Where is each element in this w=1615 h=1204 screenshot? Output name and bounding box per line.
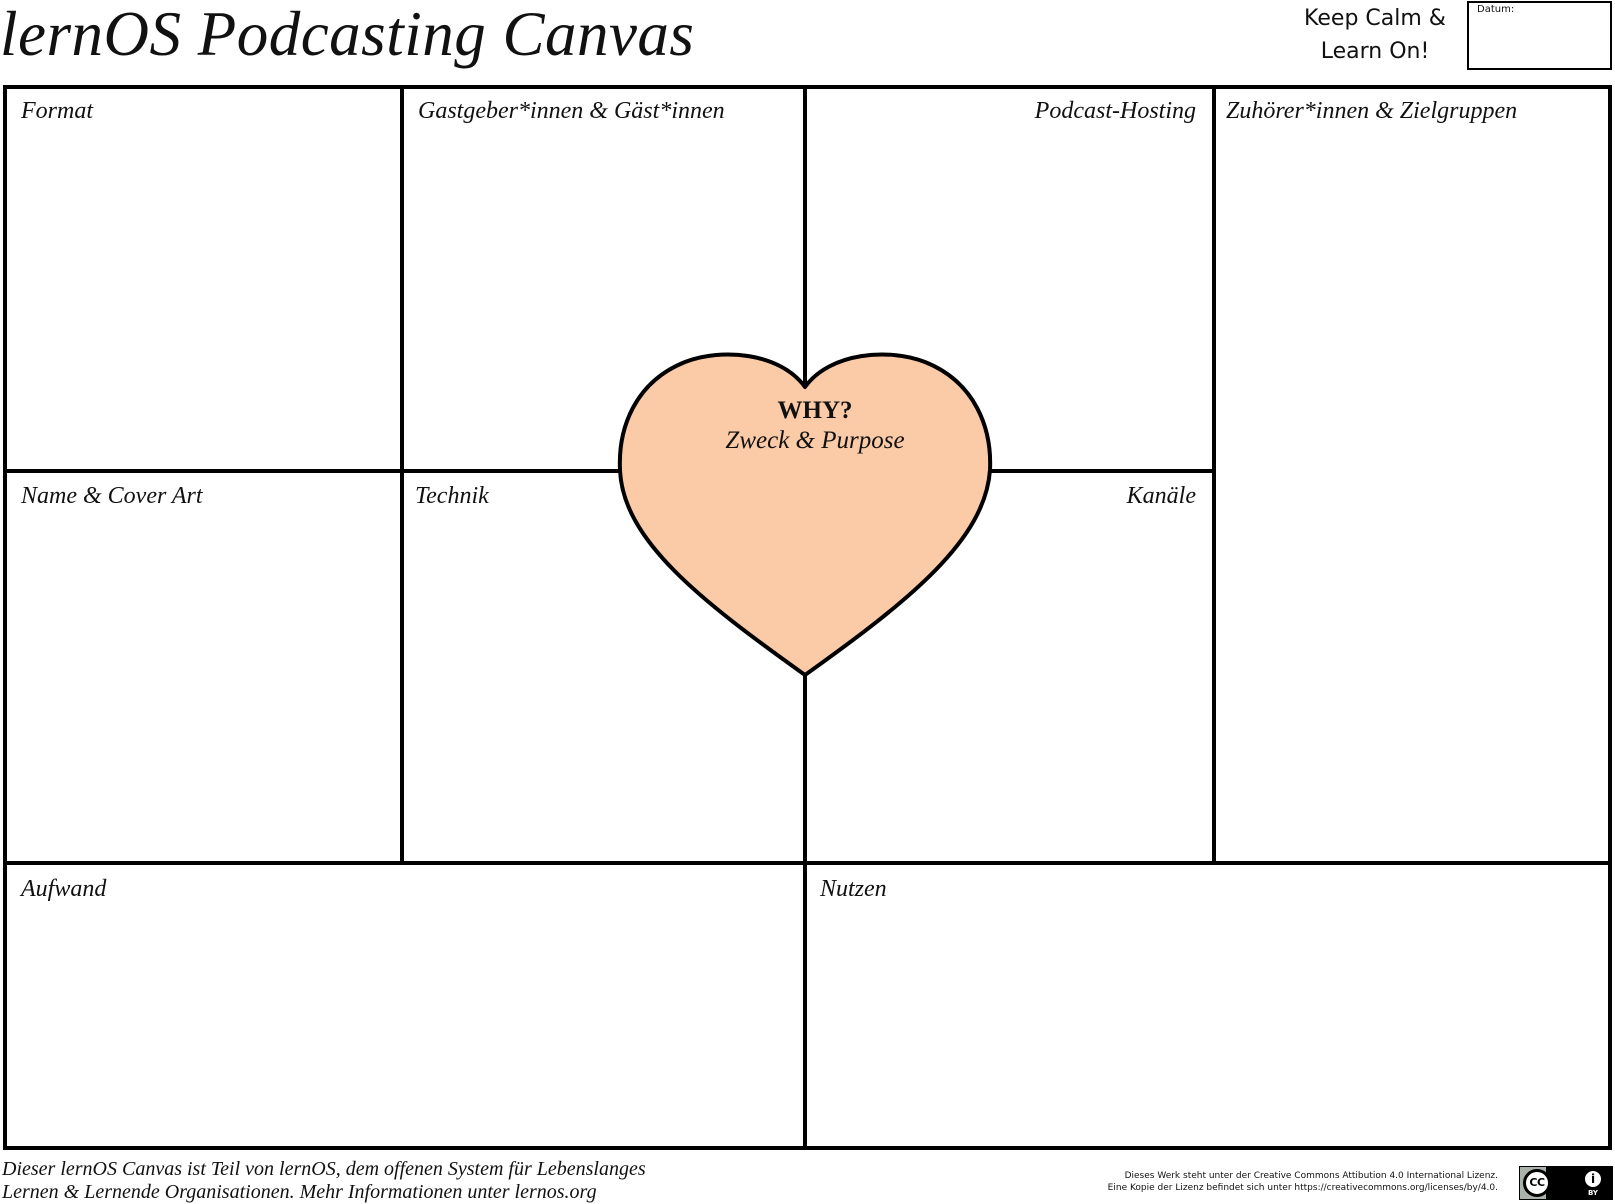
footer-note-line-2: Lernen & Lernende Organisationen. Mehr I… [2, 1181, 597, 1203]
heart-shape-icon[interactable] [0, 0, 1615, 1204]
footer-note: Dieser lernOS Canvas ist Teil von lernOS… [2, 1158, 646, 1204]
footer-note-line-1: Dieser lernOS Canvas ist Teil von lernOS… [2, 1158, 646, 1180]
badge-by-label: BY [1587, 1189, 1599, 1197]
cc-icon: CC [1523, 1169, 1551, 1197]
license-note: Dieses Werk steht unter der Creative Com… [1108, 1170, 1498, 1194]
license-line-2: Eine Kopie der Lizenz befindet sich unte… [1107, 1183, 1498, 1193]
attribution-icon: i [1583, 1169, 1603, 1189]
why-subtitle: Zweck & Purpose [725, 427, 905, 454]
creative-commons-by-badge-icon[interactable]: CC i BY [1519, 1166, 1613, 1200]
license-line-1: Dieses Werk steht unter der Creative Com… [1124, 1171, 1498, 1181]
why-title: WHY? [777, 397, 853, 424]
